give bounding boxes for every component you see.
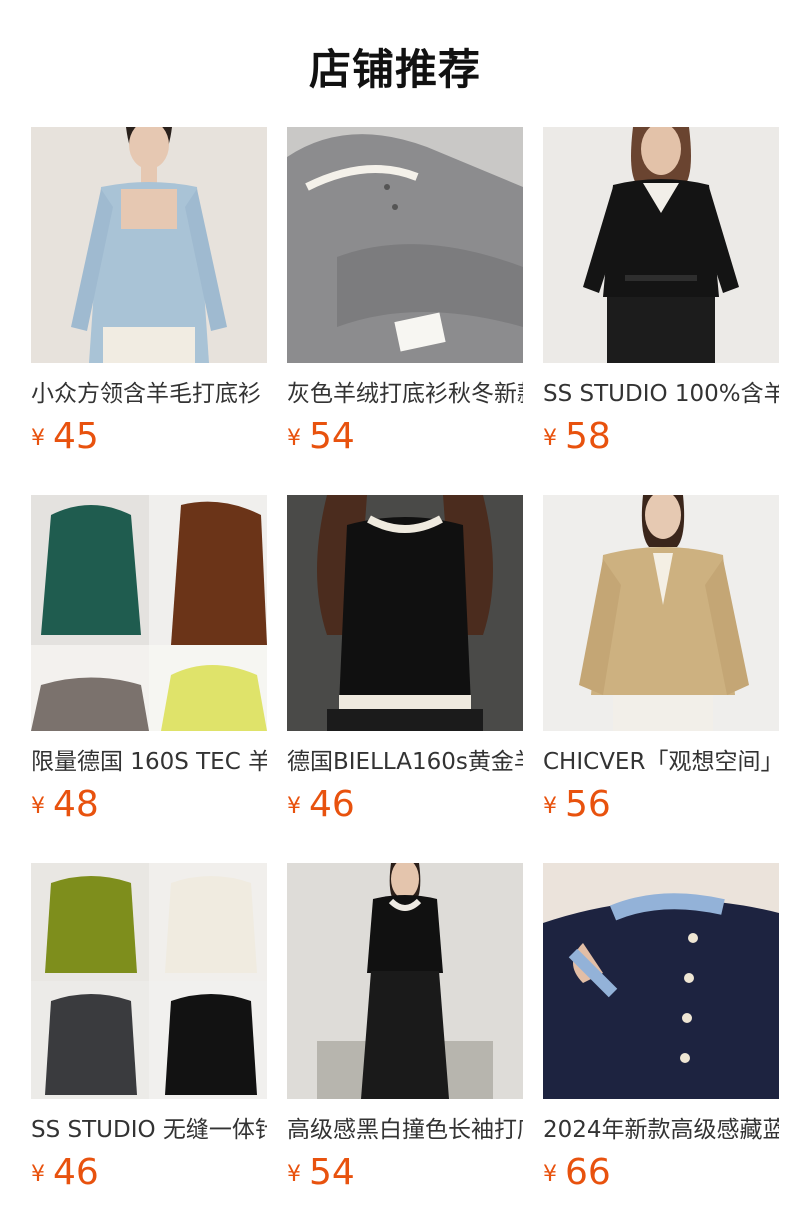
product-card[interactable]: 2024年新款高级感藏蓝针织 ¥66 (543, 863, 779, 1231)
currency-symbol: ¥ (543, 1162, 557, 1187)
currency-symbol: ¥ (287, 794, 301, 819)
price-value: 48 (53, 784, 99, 825)
currency-symbol: ¥ (287, 426, 301, 451)
product-image[interactable] (543, 127, 779, 363)
product-image[interactable] (287, 863, 523, 1099)
currency-symbol: ¥ (543, 426, 557, 451)
product-card[interactable]: SS STUDIO 无缝一体针织 ¥46 (31, 863, 267, 1231)
recommendation-page: 店铺推荐 小众方领含羊毛打底衫 ¥45 灰色羊绒打底衫秋冬新款 ¥ 54 SS … (0, 0, 790, 1232)
product-name[interactable]: 德国BIELLA160s黄金羊毛 (287, 746, 523, 778)
product-image[interactable] (31, 127, 267, 363)
product-name[interactable]: 小众方领含羊毛打底衫 (31, 378, 267, 410)
currency-symbol: ¥ (31, 426, 45, 451)
product-image[interactable] (31, 495, 267, 731)
currency-symbol: ¥ (543, 794, 557, 819)
product-price: ¥48 (31, 784, 267, 826)
product-name[interactable]: 高级感黑白撞色长袖打底 (287, 1114, 523, 1146)
product-card[interactable]: 限量德国 160S TEC 羊毛 ¥48 (31, 495, 267, 863)
product-card[interactable]: CHICVER「观想空间」 ¥56 (543, 495, 779, 863)
product-price: ¥46 (31, 1152, 267, 1194)
product-price: ¥45 (31, 416, 267, 458)
product-name[interactable]: CHICVER「观想空间」 (543, 746, 779, 778)
product-price: ¥54 (287, 416, 523, 458)
product-name[interactable]: 限量德国 160S TEC 羊毛 (31, 746, 267, 778)
product-price: ¥54 (287, 1152, 523, 1194)
product-card[interactable]: 高级感黑白撞色长袖打底 ¥54 (287, 863, 523, 1231)
price-value: 54 (309, 416, 355, 457)
section-title: 店铺推荐 (308, 45, 481, 94)
currency-symbol: ¥ (31, 1162, 45, 1187)
product-card[interactable]: 小众方领含羊毛打底衫 ¥45 (31, 127, 267, 495)
product-image[interactable] (543, 495, 779, 731)
price-value: 66 (565, 1152, 611, 1193)
product-price: ¥58 (543, 416, 779, 458)
product-grid: 小众方领含羊毛打底衫 ¥45 灰色羊绒打底衫秋冬新款 ¥54 SS STUDIO… (31, 127, 779, 1231)
product-price: ¥46 (287, 784, 523, 826)
product-card[interactable]: 德国BIELLA160s黄金羊毛 ¥46 (287, 495, 523, 863)
currency-symbol: ¥ (31, 794, 45, 819)
product-image[interactable] (287, 495, 523, 731)
price-value: 46 (309, 784, 355, 825)
product-price: ¥66 (543, 1152, 779, 1194)
product-name[interactable]: SS STUDIO 无缝一体针织 (31, 1114, 267, 1146)
price-value: 46 (53, 1152, 99, 1193)
product-price: ¥56 (543, 784, 779, 826)
price-value: 58 (565, 416, 611, 457)
product-name[interactable]: 2024年新款高级感藏蓝针织 (543, 1114, 779, 1146)
price-value: 56 (565, 784, 611, 825)
product-card[interactable]: SS STUDIO 100%含羊毛 ¥58 (543, 127, 779, 495)
product-image[interactable] (287, 127, 523, 363)
product-name[interactable]: SS STUDIO 100%含羊毛 (543, 378, 779, 410)
currency-symbol: ¥ (287, 1162, 301, 1187)
product-card[interactable]: 灰色羊绒打底衫秋冬新款 ¥54 (287, 127, 523, 495)
product-image[interactable] (31, 863, 267, 1099)
product-name[interactable]: 灰色羊绒打底衫秋冬新款 (287, 378, 523, 410)
product-image[interactable] (543, 863, 779, 1099)
price-value: 54 (309, 1152, 355, 1193)
price-value: 45 (53, 416, 99, 457)
